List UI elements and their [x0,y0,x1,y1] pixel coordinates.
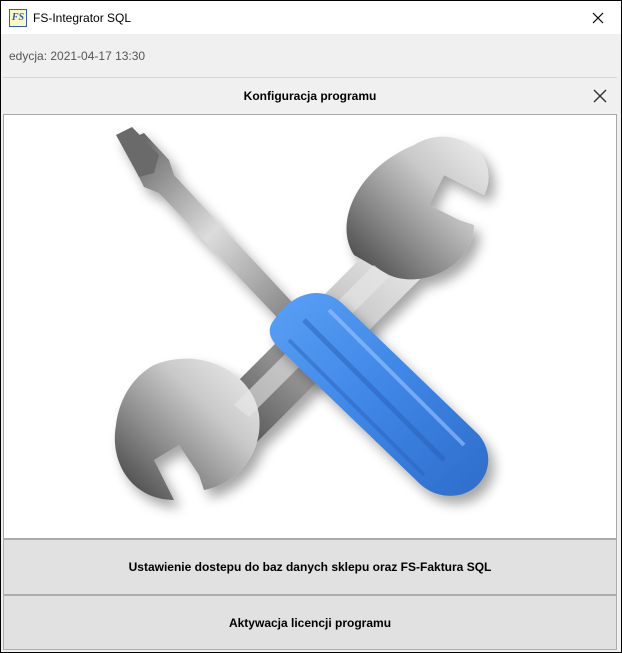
panel-close-button[interactable] [591,87,609,105]
app-icon: FS [9,9,27,27]
title-bar[interactable]: FS FS-Integrator SQL [1,1,621,34]
license-activation-button[interactable]: Aktywacja licencji programu [3,595,617,650]
window-title: FS-Integrator SQL [33,11,132,25]
tools-wrench-screwdriver-icon [114,127,489,500]
window-close-button[interactable] [575,1,621,34]
db-access-settings-button[interactable]: Ustawienie dostepu do baz danych sklepu … [3,539,617,595]
section-title: Konfiguracja programu [243,89,377,103]
close-icon [593,89,607,103]
illustration-panel [3,114,617,539]
section-header: Konfiguracja programu [3,77,617,114]
close-icon [592,12,604,23]
edition-label: edycja: 2021-04-17 13:30 [9,49,146,63]
app-window: FS FS-Integrator SQL edycja: 2021-04-17 … [1,1,621,652]
